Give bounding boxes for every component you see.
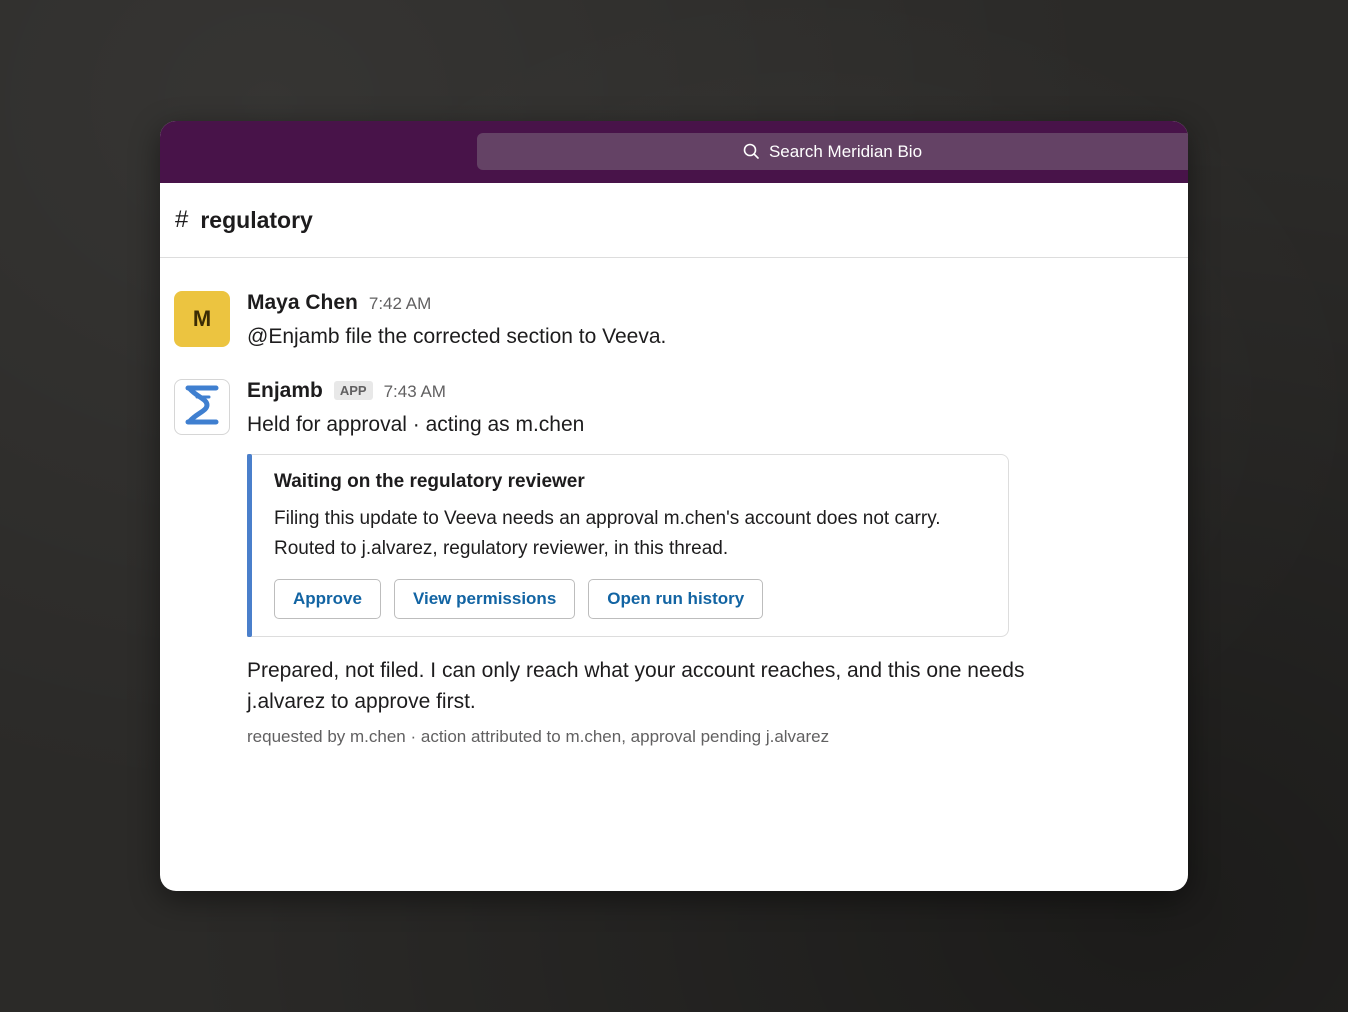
- message-body: Maya Chen 7:42 AM @Enjamb file the corre…: [247, 291, 1047, 352]
- message-meta: Enjamb APP 7:43 AM: [247, 379, 1047, 407]
- message-body: Enjamb APP 7:43 AM Held for approval · a…: [247, 379, 1047, 746]
- follow-up-text: Prepared, not filed. I can only reach wh…: [247, 659, 1025, 713]
- view-permissions-button[interactable]: View permissions: [393, 579, 576, 619]
- card-title: Waiting on the regulatory reviewer: [274, 471, 585, 492]
- avatar-letter: M: [192, 306, 212, 331]
- message-text: Held for approval · acting as m.chen: [247, 413, 585, 436]
- app-badge: APP: [333, 381, 373, 400]
- approval-card: Waiting on the regulatory reviewer Filin…: [247, 454, 1009, 637]
- timestamp[interactable]: 7:42 AM: [369, 294, 431, 314]
- message-meta: Maya Chen 7:42 AM: [247, 291, 1047, 319]
- card-accent-bar: [247, 454, 252, 637]
- search-placeholder: Search Meridian Bio: [768, 141, 923, 161]
- author-name[interactable]: Enjamb: [247, 379, 323, 403]
- timestamp[interactable]: 7:43 AM: [384, 382, 446, 402]
- card-body: Filing this update to Veeva needs an app…: [274, 508, 941, 559]
- avatar[interactable]: [174, 379, 230, 435]
- channel-header: # regulatory: [160, 183, 1188, 258]
- top-bar: Search Meridian Bio: [160, 121, 1188, 183]
- open-run-history-button[interactable]: Open run history: [588, 579, 764, 619]
- message-text: @Enjamb file the corrected section to Ve…: [247, 325, 667, 348]
- author-name[interactable]: Maya Chen: [247, 291, 358, 315]
- search-icon: [743, 143, 760, 160]
- slack-window: Search Meridian Bio # regulatory M Maya …: [160, 121, 1188, 891]
- approve-button[interactable]: Approve: [274, 579, 381, 619]
- search-bar[interactable]: Search Meridian Bio: [477, 133, 1188, 170]
- channel-hash-icon: #: [175, 206, 189, 233]
- avatar[interactable]: M: [174, 291, 230, 347]
- enjamb-logo-icon: [185, 383, 219, 432]
- card-actions: Approve View permissions Open run histor…: [274, 579, 776, 619]
- attribution-footnote: requested by m.chen · action attributed …: [247, 727, 830, 746]
- channel-name[interactable]: regulatory: [200, 207, 312, 234]
